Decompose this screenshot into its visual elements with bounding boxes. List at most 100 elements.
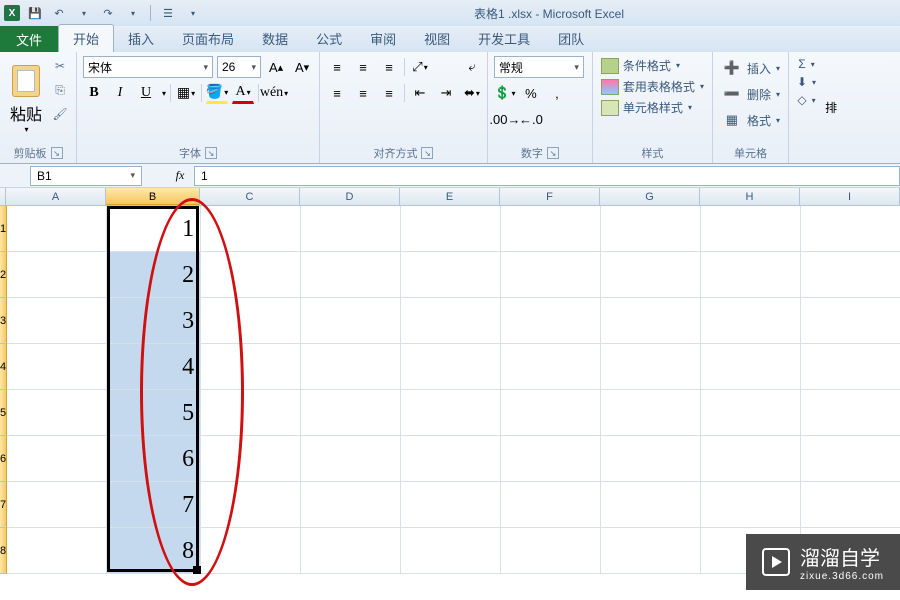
borders-icon[interactable]: ▦▾ (175, 82, 197, 104)
tab-data[interactable]: 数据 (248, 25, 302, 52)
font-color-icon[interactable]: A▾ (232, 82, 254, 104)
row-header[interactable]: 3 (0, 298, 7, 344)
copy-icon[interactable]: ⎘ (50, 80, 70, 100)
row-header[interactable]: 7 (0, 482, 7, 528)
cell[interactable] (401, 344, 501, 390)
name-box[interactable]: B1▾ (30, 166, 142, 186)
row-header[interactable]: 2 (0, 252, 7, 298)
cell[interactable] (401, 528, 501, 574)
comma-icon[interactable]: , (546, 82, 568, 104)
cell[interactable] (601, 298, 701, 344)
font-name-combo[interactable]: 宋体▾ (83, 56, 213, 78)
clipboard-launcher-icon[interactable]: ↘ (51, 147, 63, 159)
cell[interactable] (201, 206, 301, 252)
row-header[interactable]: 1 (0, 206, 7, 252)
format-table-button[interactable]: 套用表格格式▾ (599, 77, 706, 96)
cell[interactable] (801, 436, 900, 482)
tab-pagelayout[interactable]: 页面布局 (168, 25, 248, 52)
tab-insert[interactable]: 插入 (114, 25, 168, 52)
autosum-button[interactable]: Σ▾ (796, 56, 816, 72)
fx-icon[interactable]: fx (166, 168, 194, 183)
cell[interactable] (7, 436, 107, 482)
cell[interactable] (701, 436, 801, 482)
redo-dropdown-icon[interactable]: ▾ (124, 4, 142, 22)
qat-custom-icon[interactable]: ☰ (159, 4, 177, 22)
cell[interactable] (201, 298, 301, 344)
align-middle-icon[interactable]: ≡ (352, 56, 374, 78)
column-header[interactable]: H (700, 188, 800, 205)
cell[interactable] (7, 298, 107, 344)
cell[interactable] (501, 436, 601, 482)
cell[interactable]: 6 (107, 436, 201, 482)
number-format-combo[interactable]: 常规▾ (494, 56, 584, 78)
cell[interactable] (201, 390, 301, 436)
cell[interactable]: 4 (107, 344, 201, 390)
cell[interactable]: 8 (107, 528, 201, 574)
underline-dropdown-icon[interactable]: ▾ (162, 89, 166, 98)
decrease-indent-icon[interactable]: ⇤ (409, 82, 431, 104)
row-header[interactable]: 5 (0, 390, 7, 436)
cell[interactable] (501, 482, 601, 528)
clear-button[interactable]: ◇▾ (795, 92, 817, 108)
cell[interactable] (701, 298, 801, 344)
tab-formulas[interactable]: 公式 (302, 25, 356, 52)
font-launcher-icon[interactable]: ↘ (205, 147, 217, 159)
cell[interactable] (501, 252, 601, 298)
cell[interactable] (701, 390, 801, 436)
cell[interactable] (801, 482, 900, 528)
cell[interactable] (801, 344, 900, 390)
phonetic-icon[interactable]: wén▾ (263, 82, 285, 104)
row-header[interactable]: 6 (0, 436, 7, 482)
font-size-combo[interactable]: 26▾ (217, 56, 261, 78)
cell[interactable] (601, 344, 701, 390)
cell[interactable] (401, 298, 501, 344)
italic-button[interactable]: I (109, 82, 131, 104)
cell[interactable] (701, 206, 801, 252)
cell[interactable] (601, 482, 701, 528)
column-header[interactable]: D (300, 188, 400, 205)
cell[interactable] (501, 344, 601, 390)
tab-home[interactable]: 开始 (58, 24, 114, 52)
paste-dropdown-icon[interactable]: ▾ (24, 125, 28, 134)
file-tab[interactable]: 文件 (0, 26, 58, 52)
cell[interactable] (601, 528, 701, 574)
align-top-icon[interactable]: ≡ (326, 56, 348, 78)
undo-icon[interactable]: ↶ (50, 4, 68, 22)
cell[interactable] (201, 528, 301, 574)
row-header[interactable]: 4 (0, 344, 7, 390)
cell[interactable] (501, 390, 601, 436)
merge-center-icon[interactable]: ⬌▾ (463, 82, 481, 104)
sort-filter-button[interactable]: 排 (824, 97, 838, 119)
row-header[interactable]: 8 (0, 528, 7, 574)
cell[interactable] (401, 482, 501, 528)
cell[interactable] (301, 528, 401, 574)
undo-dropdown-icon[interactable]: ▾ (75, 4, 93, 22)
cell[interactable] (501, 528, 601, 574)
paste-button[interactable]: 粘贴 ▾ (6, 56, 46, 143)
cell[interactable] (301, 206, 401, 252)
alignment-launcher-icon[interactable]: ↘ (421, 147, 433, 159)
bold-button[interactable]: B (83, 82, 105, 104)
cell[interactable] (301, 298, 401, 344)
cut-icon[interactable]: ✂ (50, 56, 70, 76)
align-left-icon[interactable]: ≡ (326, 82, 348, 104)
cell[interactable]: 5 (107, 390, 201, 436)
cell[interactable] (601, 390, 701, 436)
align-bottom-icon[interactable]: ≡ (378, 56, 400, 78)
conditional-format-button[interactable]: 条件格式▾ (599, 56, 706, 75)
cell[interactable] (201, 436, 301, 482)
tab-developer[interactable]: 开发工具 (464, 25, 544, 52)
formula-input[interactable]: 1 (194, 166, 900, 186)
redo-icon[interactable]: ↷ (99, 4, 117, 22)
cell[interactable] (201, 344, 301, 390)
format-painter-icon[interactable]: 🖌 (50, 104, 70, 124)
cell[interactable]: 1 (107, 206, 201, 252)
accounting-icon[interactable]: 💲▾ (494, 82, 516, 104)
increase-decimal-icon[interactable]: .00→ (494, 108, 516, 130)
cell[interactable] (7, 528, 107, 574)
wrap-text-icon[interactable]: ⤶ (463, 56, 481, 78)
decrease-decimal-icon[interactable]: ←.0 (520, 108, 542, 130)
format-cells-button[interactable]: ▦格式▾ (719, 108, 782, 132)
grow-font-icon[interactable]: A▴ (265, 56, 287, 78)
underline-button[interactable]: U (135, 82, 157, 104)
